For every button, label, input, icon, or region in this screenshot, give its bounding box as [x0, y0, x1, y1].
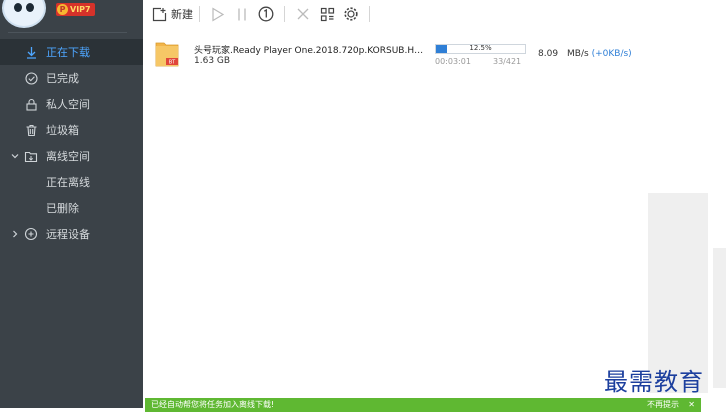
new-task-label: 新建 — [171, 8, 193, 21]
upload-speed: (+0KB/s) — [591, 49, 632, 59]
lock-icon — [24, 97, 38, 111]
piece-count: 33/421 — [493, 57, 522, 66]
chevron-down-icon[interactable] — [10, 151, 20, 161]
pause-button[interactable] — [230, 3, 254, 25]
sidebar-item-label: 正在下载 — [46, 46, 90, 59]
download-icon — [24, 45, 38, 59]
sidebar-item-label: 远程设备 — [46, 228, 90, 241]
toolbar-divider — [199, 6, 200, 22]
file-type-label: BT — [169, 60, 176, 66]
delete-icon — [297, 8, 309, 20]
avatar[interactable] — [2, 0, 46, 28]
avatar-eye-right — [26, 3, 34, 12]
sidebar-item-private-space[interactable]: 私人空间 — [0, 91, 143, 117]
vip-p-icon: P — [57, 4, 68, 15]
speed-unit: MB/s — [567, 49, 589, 59]
toolbar: 新建 — [143, 0, 726, 28]
sidebar-item-trash[interactable]: 垃圾箱 — [0, 117, 143, 143]
download-speed: 8.09 MB/s (+0KB/s) — [538, 49, 632, 59]
sidebar-item-remote-devices[interactable]: 远程设备 — [0, 221, 143, 247]
sidebar-item-downloading[interactable]: 正在下载 — [0, 39, 143, 65]
sidebar-nav: 正在下载 已完成 私人空间 垃圾箱 离线空间 正在离线 已删除 远程设备 — [0, 39, 143, 247]
sidebar-divider — [8, 32, 127, 33]
task-row[interactable]: BT 头号玩家.Ready Player One.2018.720p.KORSU… — [143, 33, 726, 73]
task-size: 1.63 GB — [194, 56, 231, 66]
sidebar-header: P VIP7 — [0, 0, 143, 32]
progress-percent: 12.5% — [469, 44, 492, 52]
trash-icon — [24, 123, 38, 137]
sidebar-item-offline-space[interactable]: 离线空间 — [0, 143, 143, 169]
notification-message: 已经自动帮您将任务加入离线下载! — [151, 400, 275, 409]
sidebar-item-label: 已删除 — [46, 202, 79, 215]
bt-file-icon: BT — [155, 42, 179, 67]
sidebar-item-label: 已完成 — [46, 72, 79, 85]
speed-limit-icon — [258, 6, 274, 22]
task-filename: 头号玩家.Ready Player One.2018.720p.KORSUB.H… — [194, 46, 429, 56]
toolbar-divider — [284, 6, 285, 22]
pause-icon — [238, 8, 246, 20]
sidebar-item-offline-in-progress[interactable]: 正在离线 — [0, 169, 143, 195]
sidebar-item-label: 离线空间 — [46, 150, 90, 163]
speed-limit-button[interactable] — [254, 3, 278, 25]
notification-option-link[interactable]: 不再提示 — [647, 398, 679, 412]
sidebar-item-label: 正在离线 — [46, 176, 90, 189]
watermark: 最需教育 — [604, 368, 704, 396]
settings-button[interactable] — [339, 3, 363, 25]
sidebar: P VIP7 正在下载 已完成 私人空间 垃圾箱 离线空间 正在离线 已删除 远… — [0, 0, 143, 408]
settings-gear-icon — [344, 7, 358, 21]
new-task-icon — [152, 7, 167, 21]
grid-icon — [320, 7, 334, 21]
toolbar-divider — [369, 6, 370, 22]
cloud-folder-icon — [24, 149, 38, 163]
sidebar-item-completed[interactable]: 已完成 — [0, 65, 143, 91]
sidebar-item-label: 垃圾箱 — [46, 124, 79, 137]
remote-device-icon — [24, 227, 38, 241]
avatar-eye-left — [14, 3, 22, 12]
new-task-button[interactable]: 新建 — [152, 3, 193, 25]
sidebar-item-label: 私人空间 — [46, 98, 90, 111]
delete-button[interactable] — [291, 3, 315, 25]
grid-view-button[interactable] — [315, 3, 339, 25]
sidebar-item-deleted[interactable]: 已删除 — [0, 195, 143, 221]
elapsed-time: 00:03:01 — [435, 57, 471, 66]
check-circle-icon — [24, 71, 38, 85]
speed-value: 8.09 — [538, 49, 559, 59]
play-icon — [212, 6, 225, 22]
task-list: BT 头号玩家.Ready Player One.2018.720p.KORSU… — [143, 28, 726, 396]
chevron-right-icon[interactable] — [10, 229, 20, 239]
task-progress-bar: 12.5% — [435, 44, 526, 54]
vip-badge[interactable]: P VIP7 — [56, 3, 95, 16]
notification-bar: 已经自动帮您将任务加入离线下载! 不再提示 ✕ — [145, 398, 701, 412]
start-button[interactable] — [206, 3, 230, 25]
vip-badge-label: VIP7 — [70, 5, 91, 14]
close-icon[interactable]: ✕ — [688, 398, 695, 412]
